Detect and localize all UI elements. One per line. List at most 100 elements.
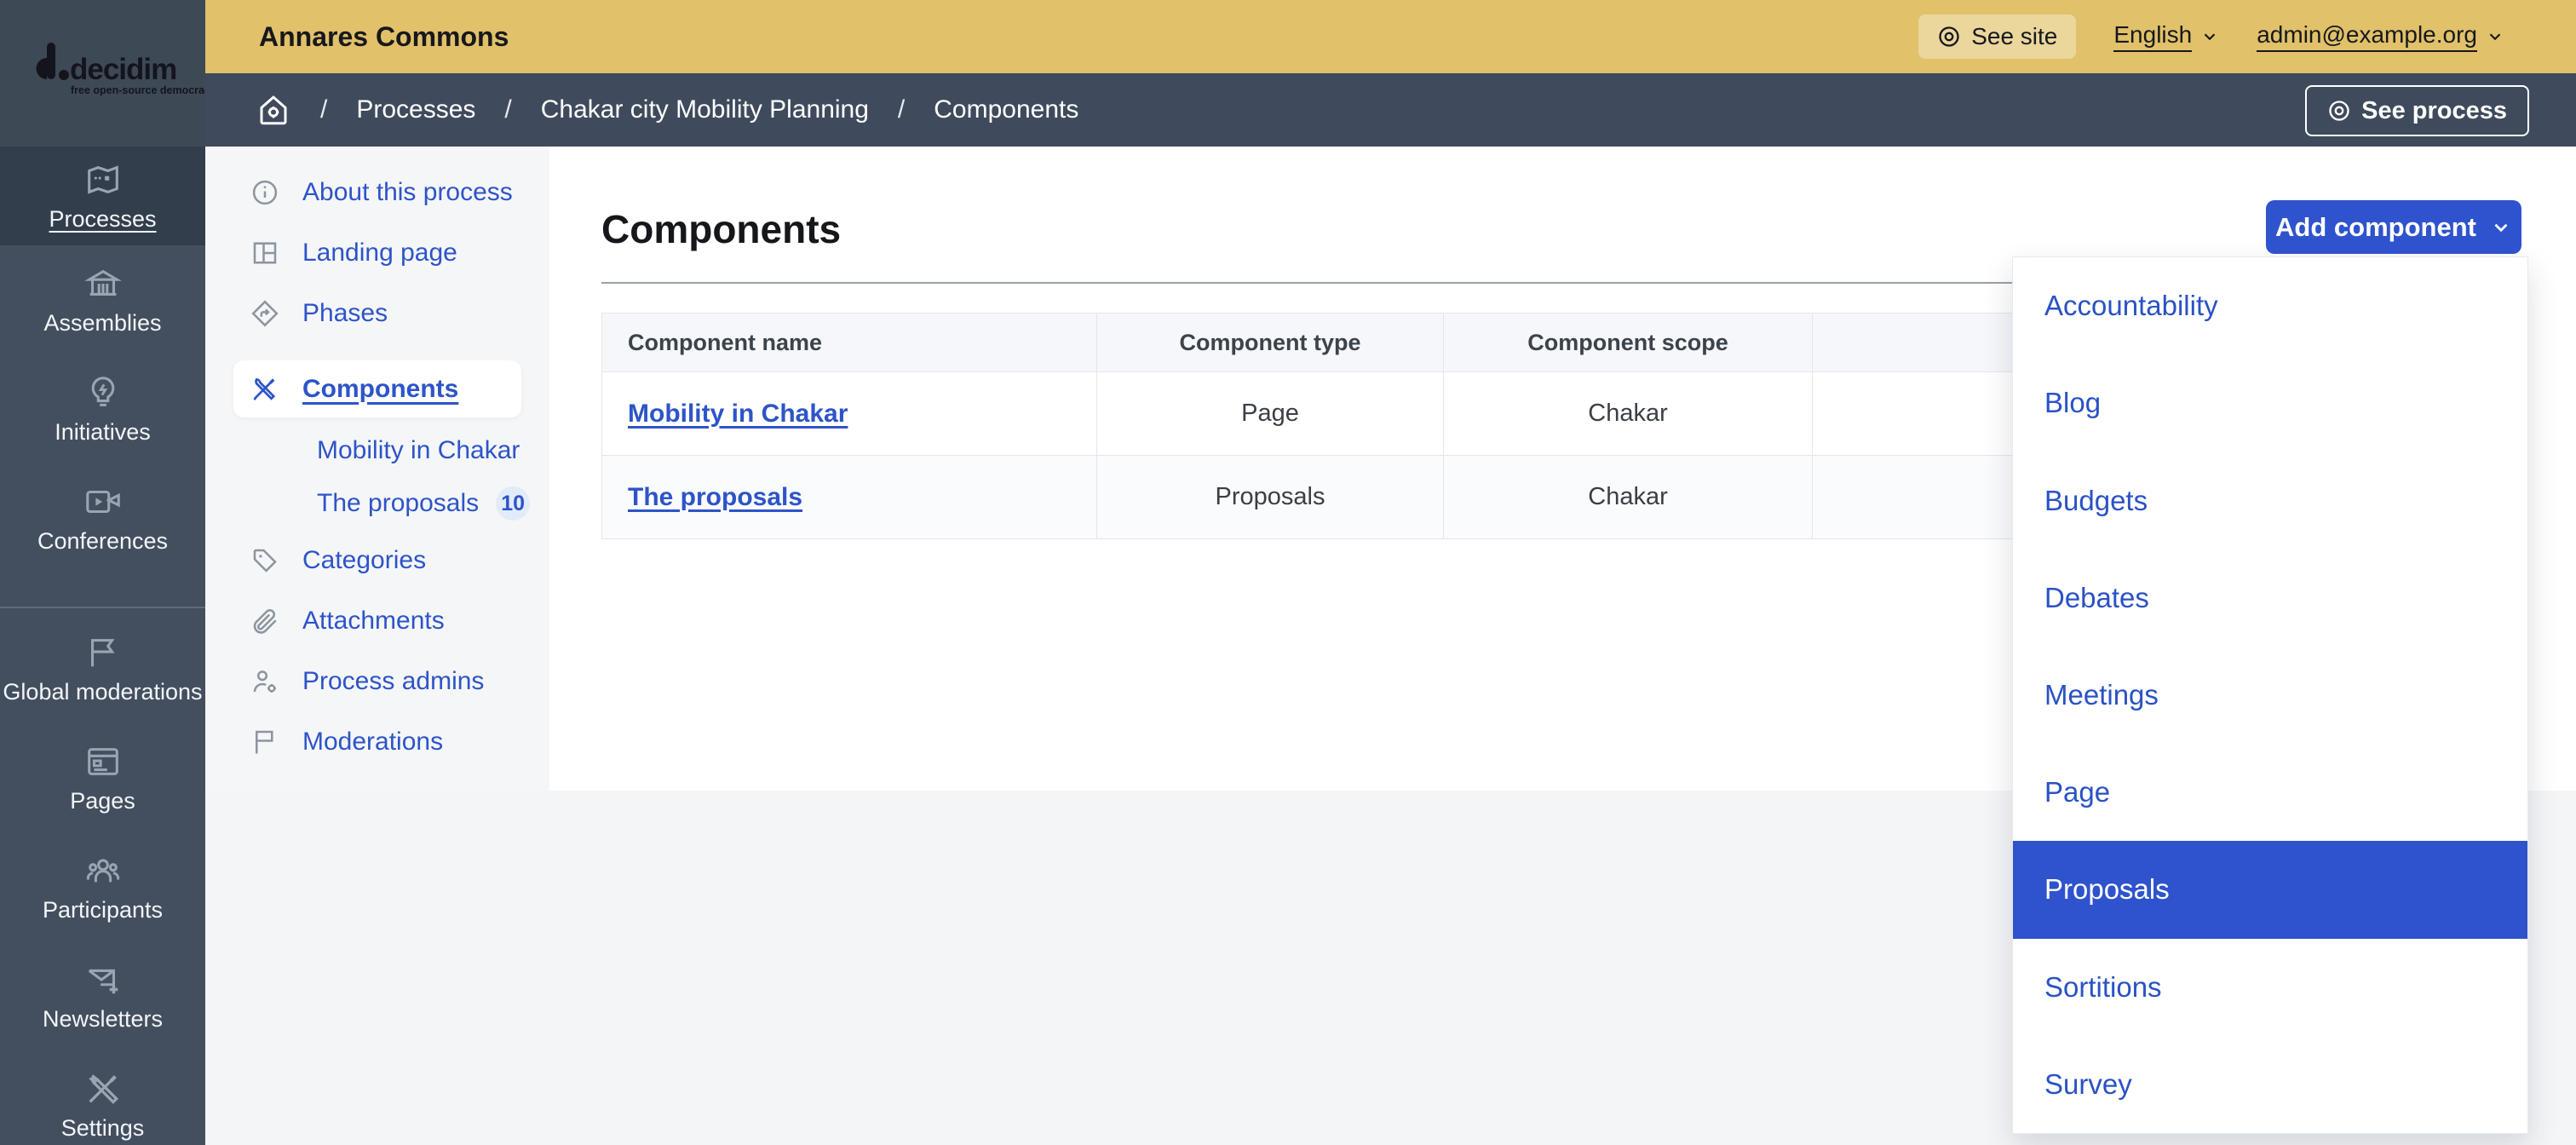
menu-subitem-mobility-in-chakar[interactable]: Mobility in Chakar	[205, 424, 549, 477]
logo-wordmark: decidim	[70, 53, 176, 87]
sidebar-item-label: Processes	[49, 207, 156, 231]
breadcrumb-bar: / Processes / Chakar city Mobility Plann…	[205, 73, 2576, 147]
sidebar-item-processes[interactable]: Processes	[0, 147, 205, 245]
component-type-cell: Page	[1097, 372, 1444, 456]
decidim-logo[interactable]: decidim free open-source democracy	[0, 0, 205, 147]
sidebar-item-label: Participants	[43, 898, 163, 922]
component-link[interactable]: Mobility in Chakar	[628, 400, 848, 428]
organization-title: Annares Commons	[259, 21, 509, 53]
admin-sidebar: Processes Assemblies Initiatives Confere…	[0, 147, 205, 1145]
process-menu: About this process Landing page Phases C…	[205, 147, 549, 791]
count-badge: 10	[496, 486, 530, 521]
sidebar-item-label: Pages	[70, 789, 135, 813]
menu-item-about-process[interactable]: About this process	[205, 162, 549, 222]
decidim-logo-icon	[26, 39, 70, 83]
sidebar-item-global-moderations[interactable]: Global moderations	[0, 614, 205, 723]
see-process-button[interactable]: See process	[2305, 85, 2529, 136]
chevron-down-icon	[2200, 27, 2219, 46]
see-site-button[interactable]: See site	[1918, 14, 2076, 59]
menu-item-components[interactable]: Components	[233, 360, 521, 417]
top-bar: Annares Commons See site English admin@e…	[205, 0, 2576, 73]
logo-tagline: free open-source democracy	[71, 84, 216, 96]
menu-item-landing-page[interactable]: Landing page	[205, 222, 549, 283]
map-icon	[83, 160, 123, 199]
add-component-button[interactable]: Add component	[2266, 200, 2521, 254]
page-title: Components	[601, 206, 841, 252]
component-type-cell: Proposals	[1097, 456, 1444, 539]
conference-icon	[83, 482, 123, 521]
menu-item-label: Process admins	[302, 667, 484, 696]
sidebar-item-initiatives[interactable]: Initiatives	[0, 354, 205, 463]
breadcrumb-separator: /	[320, 95, 327, 124]
paperclip-icon	[250, 606, 280, 636]
menu-item-attachments[interactable]: Attachments	[205, 590, 549, 651]
see-process-label: See process	[2361, 97, 2507, 125]
initiative-icon	[83, 373, 123, 412]
breadcrumb-separator: /	[504, 95, 511, 124]
tag-icon	[250, 545, 280, 576]
dropdown-item-sortitions[interactable]: Sortitions	[2013, 939, 2527, 1036]
sidebar-item-label: Initiatives	[55, 420, 151, 444]
sidebar-item-label: Conferences	[37, 529, 168, 553]
component-scope-cell: Chakar	[1444, 372, 1813, 456]
flag-icon	[83, 633, 123, 672]
menu-item-label: The proposals	[317, 489, 479, 518]
tools-icon	[250, 374, 280, 405]
target-icon	[1937, 25, 1961, 49]
column-header-component-name: Component name	[602, 314, 1097, 372]
menu-item-categories[interactable]: Categories	[205, 530, 549, 590]
dropdown-item-accountability[interactable]: Accountability	[2013, 257, 2527, 354]
breadcrumb-components[interactable]: Components	[934, 95, 1078, 124]
sidebar-item-conferences[interactable]: Conferences	[0, 463, 205, 572]
dropdown-item-budgets[interactable]: Budgets	[2013, 452, 2527, 549]
menu-item-moderations[interactable]: Moderations	[205, 711, 549, 772]
dropdown-item-page[interactable]: Page	[2013, 744, 2527, 841]
target-icon	[2327, 99, 2351, 123]
add-component-dropdown: Accountability Blog Budgets Debates Meet…	[2013, 257, 2527, 1133]
sidebar-item-label: Newsletters	[43, 1007, 163, 1031]
menu-item-label: Mobility in Chakar	[317, 436, 520, 465]
breadcrumb-processes[interactable]: Processes	[356, 95, 475, 124]
breadcrumb-process-title[interactable]: Chakar city Mobility Planning	[541, 95, 869, 124]
menu-item-label: Phases	[302, 299, 388, 328]
dropdown-item-meetings[interactable]: Meetings	[2013, 647, 2527, 744]
phases-icon	[250, 298, 280, 329]
see-site-label: See site	[1971, 23, 2057, 50]
column-header-component-scope: Component scope	[1444, 314, 1813, 372]
dropdown-item-blog[interactable]: Blog	[2013, 354, 2527, 452]
sidebar-item-assemblies[interactable]: Assemblies	[0, 245, 205, 354]
menu-item-phases[interactable]: Phases	[205, 283, 549, 343]
account-menu[interactable]: admin@example.org	[2257, 21, 2504, 52]
menu-item-label: Components	[302, 375, 458, 404]
menu-item-label: Landing page	[302, 239, 457, 268]
flag-icon	[250, 727, 280, 757]
sidebar-item-newsletters[interactable]: Newsletters	[0, 941, 205, 1050]
add-component-label: Add component	[2275, 212, 2476, 243]
component-link[interactable]: The proposals	[628, 483, 802, 511]
sidebar-item-settings[interactable]: Settings	[0, 1050, 205, 1145]
sidebar-divider	[0, 607, 205, 608]
component-scope-cell: Chakar	[1444, 456, 1813, 539]
assembly-icon	[83, 264, 123, 303]
tools-icon	[83, 1069, 123, 1108]
menu-item-label: Categories	[302, 546, 426, 575]
admin-user-icon	[250, 666, 280, 697]
dropdown-item-debates[interactable]: Debates	[2013, 549, 2527, 647]
menu-item-label: Attachments	[302, 607, 445, 636]
dropdown-item-proposals[interactable]: Proposals	[2013, 841, 2527, 938]
chevron-down-icon	[2490, 216, 2512, 239]
language-label: English	[2113, 21, 2192, 52]
home-icon[interactable]	[256, 92, 291, 128]
breadcrumb: / Processes / Chakar city Mobility Plann…	[256, 92, 1078, 128]
menu-subitem-the-proposals[interactable]: The proposals 10	[205, 477, 549, 530]
chevron-down-icon	[2486, 27, 2504, 46]
sidebar-item-participants[interactable]: Participants	[0, 832, 205, 941]
sidebar-item-pages[interactable]: Pages	[0, 723, 205, 832]
dropdown-item-survey[interactable]: Survey	[2013, 1036, 2527, 1133]
menu-item-label: About this process	[302, 178, 513, 207]
language-selector[interactable]: English	[2113, 21, 2219, 52]
newsletter-icon	[83, 960, 123, 999]
column-header-component-type: Component type	[1097, 314, 1444, 372]
menu-item-process-admins[interactable]: Process admins	[205, 651, 549, 711]
breadcrumb-separator: /	[898, 95, 905, 124]
